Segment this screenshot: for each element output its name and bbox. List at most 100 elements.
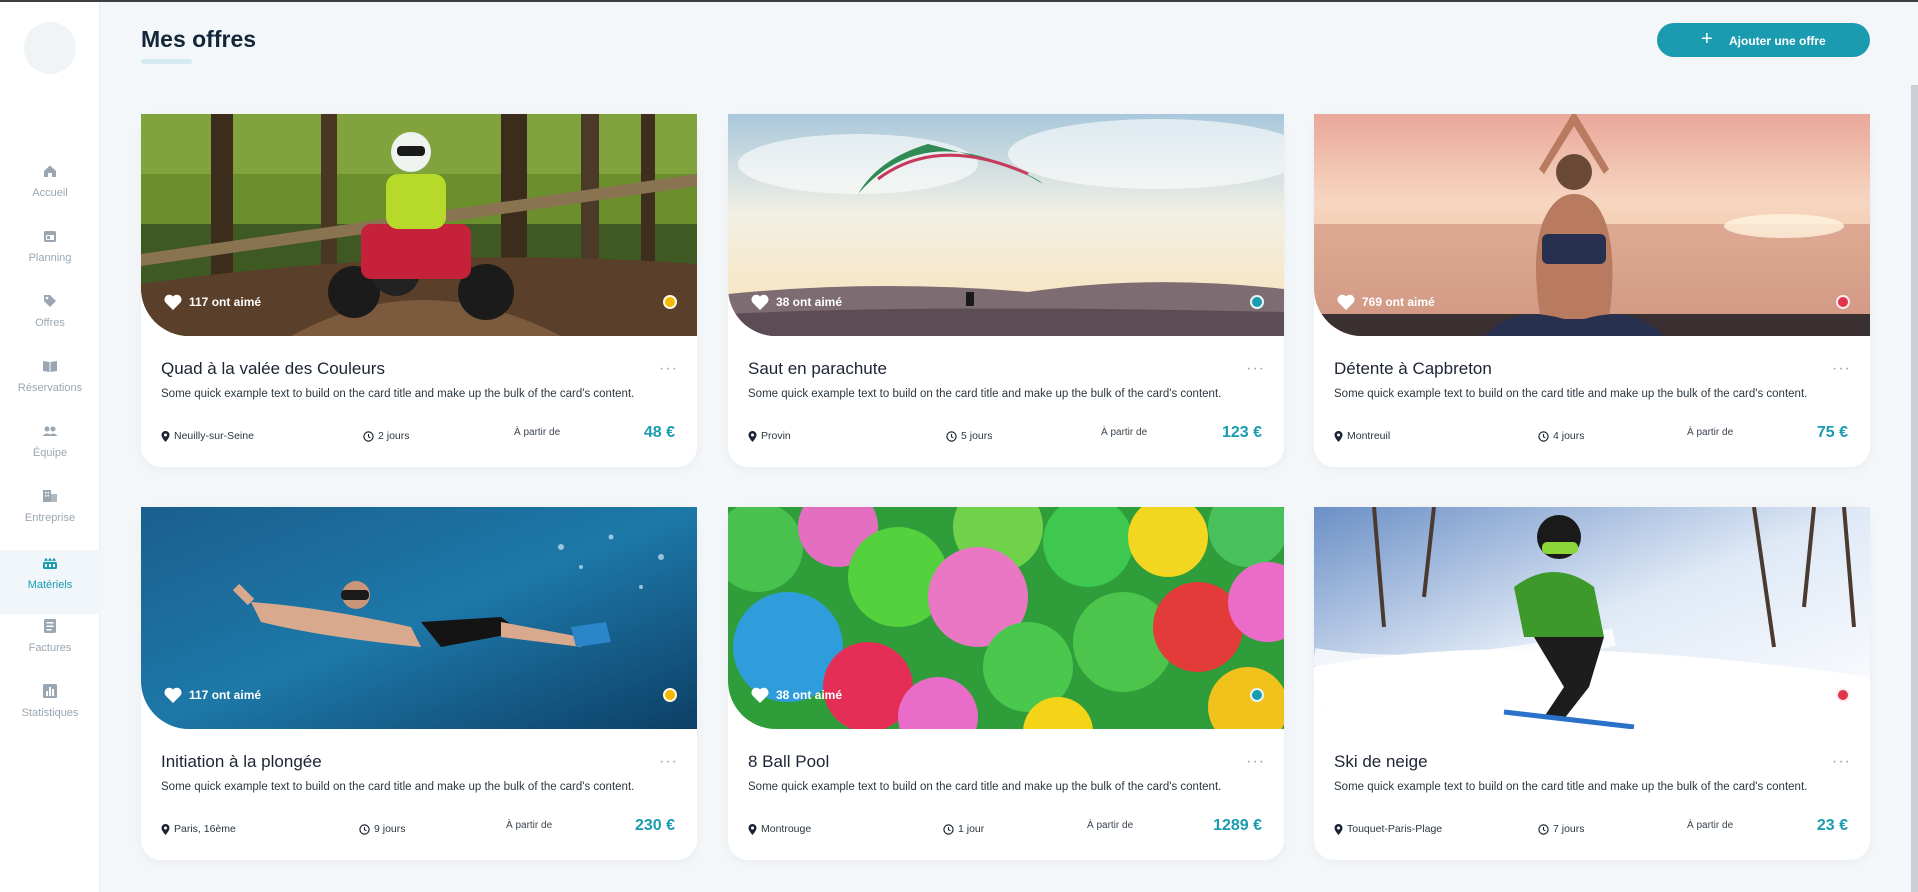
pin-icon <box>1334 823 1343 835</box>
more-options-icon[interactable]: ··· <box>1246 753 1265 771</box>
ski-photo <box>1314 507 1870 729</box>
offer-title: 8 Ball Pool <box>748 752 830 771</box>
offer-duration: 1 jour <box>943 823 984 835</box>
vertical-scrollbar[interactable] <box>1911 85 1918 892</box>
title-underline <box>141 59 192 64</box>
sidebar-item-label: Accueil <box>32 187 68 199</box>
likes-counter[interactable] <box>1336 686 1362 704</box>
location-label: Provin <box>761 430 791 442</box>
team-icon <box>42 426 58 436</box>
pin-icon <box>161 430 170 442</box>
book-icon <box>43 361 57 372</box>
offer-card[interactable]: 38 ont aimé Saut en parachute ··· Some q… <box>728 114 1284 467</box>
heart-icon <box>1337 294 1355 310</box>
duration-label: 2 jours <box>378 430 410 442</box>
likes-counter[interactable]: 769 ont aimé <box>1336 293 1435 311</box>
offer-duration: 5 jours <box>946 430 993 442</box>
page-title: Mes offres <box>141 26 257 52</box>
offer-card[interactable]: 117 ont aimé Quad à la valée des Couleur… <box>141 114 697 467</box>
likes-label: 38 ont aimé <box>776 295 843 309</box>
more-options-icon[interactable]: ··· <box>659 360 678 378</box>
price-prefix: À partir de <box>1687 427 1734 438</box>
calendar-icon <box>44 231 56 242</box>
clock-icon <box>943 823 954 835</box>
offer-location: Provin <box>748 430 791 442</box>
likes-counter[interactable]: 117 ont aimé <box>163 293 261 311</box>
price-prefix: À partir de <box>1687 820 1734 831</box>
clock-icon <box>1538 430 1549 442</box>
likes-label: 38 ont aimé <box>776 688 843 702</box>
status-dot <box>1836 688 1850 702</box>
sidebar-item-reservations[interactable]: Réservations <box>0 357 100 417</box>
sidebar-item-offres[interactable]: Offres <box>0 292 100 352</box>
pin-icon <box>161 823 170 835</box>
offer-title: Initiation à la plongée <box>161 752 322 771</box>
location-label: Touquet-Paris-Plage <box>1347 823 1443 835</box>
sidebar-item-factures[interactable]: Factures <box>0 617 100 677</box>
status-dot <box>1836 295 1850 309</box>
offer-card[interactable]: 769 ont aimé Détente à Capbreton ··· Som… <box>1314 114 1870 467</box>
sidebar-item-label: Réservations <box>17 382 83 394</box>
clock-icon <box>946 430 957 442</box>
duration-label: 1 jour <box>958 823 985 835</box>
offer-description: Some quick example text to build on the … <box>1334 781 1808 793</box>
offer-location: Paris, 16ème <box>161 823 236 835</box>
sidebar-item-entreprise[interactable]: Entreprise <box>0 487 100 547</box>
equipment-icon <box>43 558 57 569</box>
add-offer-label: Ajouter une offre <box>1729 34 1826 48</box>
more-options-icon[interactable]: ··· <box>659 753 678 771</box>
offer-description: Some quick example text to build on the … <box>161 388 635 400</box>
clock-icon <box>1538 823 1549 835</box>
sidebar-item-materiels[interactable]: Matériels <box>0 550 100 614</box>
building-icon <box>43 490 57 502</box>
offer-location: Touquet-Paris-Plage <box>1334 823 1442 835</box>
price-prefix: À partir de <box>514 427 561 438</box>
offer-price: 123 € <box>1221 424 1262 441</box>
add-offer-button[interactable]: + Ajouter une offre <box>1657 23 1870 57</box>
clock-icon <box>359 823 370 835</box>
offer-card[interactable]: 38 ont aimé 8 Ball Pool ··· Some quick e… <box>728 507 1284 860</box>
home-icon <box>44 165 56 177</box>
price-prefix: À partir de <box>506 820 553 831</box>
offer-price: 1289 € <box>1213 817 1262 834</box>
offer-description: Some quick example text to build on the … <box>748 388 1222 400</box>
sidebar-item-label: Offres <box>35 317 65 329</box>
heart-icon <box>751 294 769 310</box>
heart-icon <box>164 294 182 310</box>
duration-label: 4 jours <box>1553 430 1585 442</box>
offer-location: Neuilly-sur-Seine <box>161 430 254 442</box>
invoice-icon <box>44 619 56 633</box>
more-options-icon[interactable]: ··· <box>1832 360 1851 378</box>
logo <box>24 22 76 74</box>
location-label: Neuilly-sur-Seine <box>174 430 254 442</box>
heart-icon <box>164 687 182 703</box>
sidebar-item-accueil[interactable]: Accueil <box>0 162 100 222</box>
sidebar-item-equipe[interactable]: Équipe <box>0 422 100 482</box>
likes-label: 769 ont aimé <box>1362 295 1435 309</box>
heart-icon <box>751 687 769 703</box>
offer-card[interactable]: Ski de neige ··· Some quick example text… <box>1314 507 1870 860</box>
sidebar-item-label: Planning <box>28 252 72 264</box>
more-options-icon[interactable]: ··· <box>1832 753 1851 771</box>
offer-description: Some quick example text to build on the … <box>161 781 635 793</box>
offer-duration: 9 jours <box>359 823 406 835</box>
stats-icon <box>43 684 57 698</box>
sidebar-item-statistiques[interactable]: Statistiques <box>0 682 100 742</box>
status-dot <box>663 295 677 309</box>
more-options-icon[interactable]: ··· <box>1246 360 1265 378</box>
price-prefix: À partir de <box>1101 427 1148 438</box>
offer-price: 75 € <box>1816 424 1848 441</box>
location-label: Paris, 16ème <box>174 823 236 835</box>
sidebar-item-label: Entreprise <box>24 512 76 524</box>
offer-price: 48 € <box>643 424 675 441</box>
likes-counter[interactable]: 117 ont aimé <box>163 686 261 704</box>
pin-icon <box>1334 430 1343 442</box>
sidebar-item-planning[interactable]: Planning <box>0 227 100 287</box>
main-content: Mes offres + Ajouter une offre 117 ont a… <box>100 2 1918 892</box>
location-label: Montrouge <box>761 823 812 835</box>
likes-counter[interactable]: 38 ont aimé <box>750 686 842 704</box>
price-prefix: À partir de <box>1087 820 1134 831</box>
offer-card[interactable]: 117 ont aimé Initiation à la plongée ···… <box>141 507 697 860</box>
likes-counter[interactable]: 38 ont aimé <box>750 293 842 311</box>
offer-title: Saut en parachute <box>748 359 887 378</box>
